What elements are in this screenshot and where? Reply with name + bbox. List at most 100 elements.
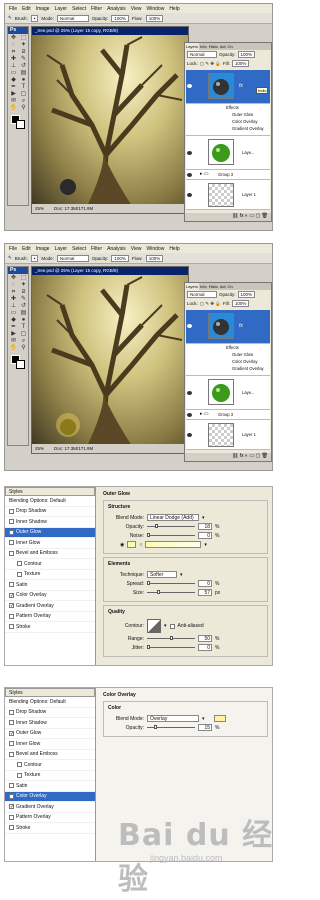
style-item-outer-glow[interactable]: ✓ Outer Glow [5, 729, 95, 739]
style-item-blending-options-default[interactable]: Blending Options: Default [5, 496, 95, 507]
layer-name[interactable]: Laye... [242, 150, 255, 155]
style-item-stroke[interactable]: Stroke [5, 823, 95, 834]
visibility-eye-icon[interactable] [187, 173, 192, 177]
menu-analysis[interactable]: Analysis [107, 6, 126, 12]
menu-filter[interactable]: Filter [91, 6, 102, 12]
canvas-tree-artwork[interactable] [32, 35, 188, 206]
opacity-input[interactable]: 18 [198, 523, 212, 530]
anti-aliased-checkbox[interactable] [169, 623, 175, 629]
mode-select[interactable]: Normal [56, 14, 89, 22]
menu-file[interactable]: File [9, 6, 17, 12]
glow-color-swatch[interactable] [127, 541, 137, 548]
history-brush-icon[interactable]: ↺ [19, 63, 28, 70]
opacity-input[interactable]: 15 [198, 724, 212, 731]
style-checkbox[interactable] [9, 741, 14, 747]
menu-window[interactable]: Window [147, 6, 165, 12]
style-checkbox[interactable] [9, 751, 14, 757]
zoom-tool-icon[interactable]: ⚲ [19, 105, 28, 112]
zoom-level[interactable]: 25% [35, 444, 44, 453]
tab-info[interactable]: Info [199, 283, 208, 290]
lasso-tool-icon[interactable]: ◌ [9, 282, 18, 289]
layer-green-apple[interactable]: Laye... [186, 376, 270, 410]
jitter-slider[interactable] [147, 645, 195, 649]
move-tool-icon[interactable]: ✥ [9, 275, 18, 282]
shape-tool-icon[interactable]: ▢ [19, 91, 28, 98]
noise-input[interactable]: 0 [198, 532, 212, 539]
noise-slider-handle[interactable] [147, 533, 150, 537]
group-3[interactable]: ▸ ▭ Group 3 [186, 170, 270, 180]
style-item-texture[interactable]: Texture [5, 570, 95, 580]
gradient-radio[interactable]: ○ [139, 542, 142, 548]
panel-footer-icons[interactable]: ⛓ fx ◐ ▭ ▢ 🗑 [185, 213, 271, 221]
style-checkbox[interactable]: ✓ [9, 793, 14, 799]
slice-tool-icon[interactable]: ⧄ [19, 49, 28, 56]
menu-image[interactable]: Image [36, 246, 50, 252]
layer-name[interactable]: Laye... [242, 390, 255, 395]
blur-tool-icon[interactable]: ◆ [9, 77, 18, 84]
style-checkbox[interactable] [9, 540, 14, 546]
style-checkbox[interactable] [9, 582, 14, 588]
size-slider-handle[interactable] [157, 590, 161, 594]
opacity-slider-handle[interactable] [155, 524, 159, 528]
tab-info[interactable]: Info [199, 43, 208, 50]
range-slider[interactable] [147, 636, 195, 640]
visibility-eye-icon[interactable] [187, 151, 192, 155]
notes-tool-icon[interactable]: ✉ [9, 338, 18, 345]
eyedropper-icon[interactable]: ⌕ [19, 338, 28, 345]
style-item-satin[interactable]: Satin [5, 580, 95, 591]
lasso-tool-icon[interactable]: ◌ [9, 42, 18, 49]
healing-tool-icon[interactable]: ✚ [9, 56, 18, 63]
contour-picker[interactable] [147, 619, 161, 633]
style-item-bevel-and-emboss[interactable]: Bevel and Emboss [5, 549, 95, 559]
tab-channels[interactable]: Ch [227, 283, 234, 290]
chevron-down-icon[interactable]: ▾ [180, 572, 183, 578]
path-select-icon[interactable]: ▶ [9, 331, 18, 338]
tab-layers[interactable]: Layers [185, 43, 200, 50]
move-tool-icon[interactable]: ✥ [9, 35, 18, 42]
color-swatches[interactable] [8, 355, 28, 373]
style-item-pattern-overlay[interactable]: Pattern Overlay [5, 813, 95, 823]
chevron-down-icon[interactable]: ▾ [202, 515, 205, 521]
gradient-tool-icon[interactable]: ▤ [19, 310, 28, 317]
style-checkbox[interactable] [17, 762, 22, 768]
hand-tool-icon[interactable]: ✋ [9, 345, 18, 352]
effect-color-overlay[interactable]: Color Overlay [232, 359, 258, 364]
lock-icons[interactable]: ▢ ✎ ✥ 🔒 [200, 301, 221, 307]
style-item-inner-glow[interactable]: Inner Glow [5, 739, 95, 750]
style-checkbox[interactable]: ✓ [9, 529, 14, 535]
style-checkbox[interactable]: ✓ [9, 592, 14, 598]
brush-tool-icon[interactable]: ✎ [8, 15, 12, 21]
menu-file[interactable]: File [9, 246, 17, 252]
visibility-eye-icon[interactable] [187, 324, 192, 328]
effect-outer-glow[interactable]: Outer Glow [232, 112, 253, 117]
brush-tool-icon[interactable]: ✎ [8, 255, 12, 261]
menu-analysis[interactable]: Analysis [107, 246, 126, 252]
opacity-slider[interactable] [147, 725, 195, 729]
group-name[interactable]: Group 3 [218, 412, 233, 417]
style-checkbox[interactable] [9, 814, 14, 820]
style-item-gradient-overlay[interactable]: ✓ Gradient Overlay [5, 802, 95, 813]
effect-gradient-overlay[interactable]: Gradient Overlay [232, 126, 264, 131]
menu-layer[interactable]: Layer [55, 246, 68, 252]
magic-wand-icon[interactable]: ✦ [19, 42, 28, 49]
chevron-down-icon[interactable]: ▾ [204, 542, 207, 548]
style-item-stroke[interactable]: Stroke [5, 622, 95, 633]
chevron-down-icon[interactable]: ▾ [164, 623, 167, 629]
style-checkbox[interactable] [9, 624, 14, 630]
style-checkbox[interactable] [9, 519, 14, 525]
style-item-pattern-overlay[interactable]: Pattern Overlay [5, 612, 95, 622]
slice-tool-icon[interactable]: ⧄ [19, 289, 28, 296]
style-checkbox[interactable]: ✓ [9, 730, 14, 736]
blend-mode-select[interactable]: Overlay [147, 715, 199, 722]
menu-help[interactable]: Help [169, 246, 179, 252]
spread-slider-handle[interactable] [147, 581, 150, 585]
jitter-input[interactable]: 0 [198, 644, 212, 651]
eyedropper-icon[interactable]: ⌕ [19, 98, 28, 105]
visibility-eye-icon[interactable] [187, 413, 192, 417]
spread-input[interactable]: 0 [198, 580, 212, 587]
group-3[interactable]: ▸ ▭ Group 3 [186, 410, 270, 420]
zoom-tool-icon[interactable]: ⚲ [19, 345, 28, 352]
style-checkbox[interactable] [9, 709, 14, 715]
blur-tool-icon[interactable]: ◆ [9, 317, 18, 324]
style-item-drop-shadow[interactable]: Drop Shadow [5, 708, 95, 718]
